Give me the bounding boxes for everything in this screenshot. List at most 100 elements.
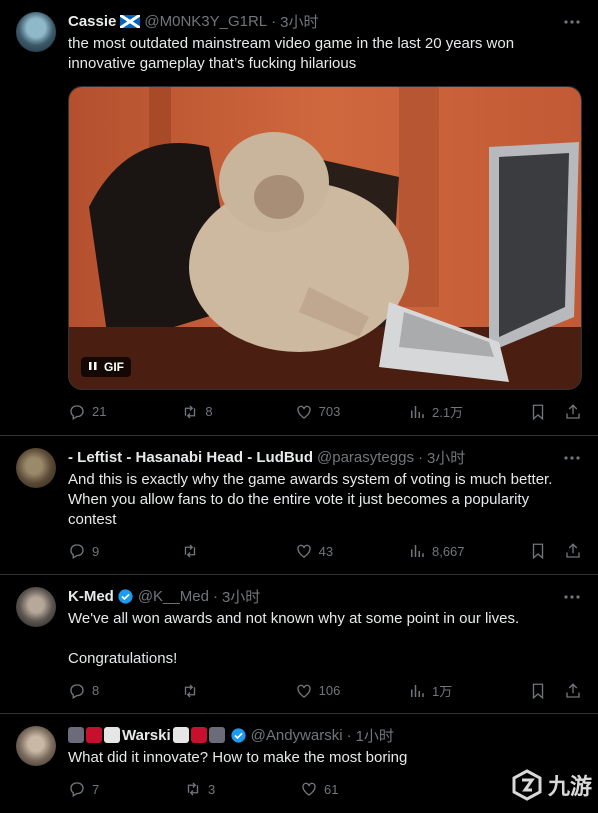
retweet-count: 3 [208,781,216,797]
share-icon [566,682,581,698]
author-name[interactable]: - Leftist - Hasanabi Head - LudBud [68,449,313,466]
avatar[interactable] [16,448,56,488]
more-options-icon[interactable] [562,12,582,32]
watermark-text: 九游 [547,774,592,799]
timestamp[interactable]: 3小时 [222,586,260,607]
tweet-text: We've all won awards and not known why a… [68,610,520,667]
retweet-button[interactable]: 3 [184,780,300,798]
numbers-emoji-icon [208,727,225,743]
like-button[interactable]: 106 [295,682,408,700]
numbers-emoji-icon [68,727,84,743]
views-button[interactable]: 8,667 [408,542,529,560]
reply-icon [70,683,84,699]
bookmark-icon [532,543,544,560]
share-button[interactable] [564,542,584,560]
avatar[interactable] [16,726,56,766]
reply-count: 7 [92,781,100,797]
separator: · [212,587,218,605]
retweet-button[interactable]: 8 [181,403,294,421]
tweet-text: the most outdated mainstream video game … [68,35,515,72]
like-button[interactable]: 703 [295,403,408,421]
verified-badge-icon [118,588,133,604]
tweet-actions: 21 8 703 2.1万 [68,402,584,421]
author-handle[interactable]: @K__Med [138,588,209,605]
author-name[interactable]: Cassie [68,13,116,30]
gif-media[interactable]: GIF [68,86,582,390]
analytics-icon [410,545,424,557]
tweet[interactable]: - Leftist - Hasanabi Head - LudBud @para… [0,436,598,575]
timestamp[interactable]: 1小时 [356,725,394,746]
reply-count: 9 [92,543,100,559]
view-count: 1万 [431,684,453,699]
like-button[interactable]: 43 [295,542,408,560]
pause-icon [88,360,98,374]
retweet-button[interactable] [181,542,294,560]
reply-icon [70,404,84,420]
share-icon [566,403,581,419]
more-options-icon[interactable] [562,448,582,468]
tweet-actions: 8 106 1万 [68,681,584,700]
timestamp[interactable]: 3小时 [427,447,465,468]
retweet-count: 8 [205,404,213,419]
avatar[interactable] [16,12,56,52]
tweet-header: Cassie @M0NK3Y_G1RL · 3小时 [68,10,582,32]
verified-badge-icon [231,727,246,743]
reply-icon [70,782,84,797]
retweet-button[interactable] [181,682,294,700]
timestamp[interactable]: 3小时 [280,11,318,32]
reply-button[interactable]: 9 [68,542,181,560]
bookmark-button[interactable] [529,682,558,700]
like-button[interactable]: 61 [300,780,416,798]
reply-icon [70,544,84,559]
like-count: 703 [318,404,341,419]
bookmark-icon [532,404,544,420]
author-name[interactable]: Warski [122,727,171,744]
heart-icon [296,405,311,419]
separator: · [417,448,423,466]
reply-count: 8 [92,683,100,698]
author-handle[interactable]: @parasyteggs [317,449,414,466]
card-emoji-icon [172,727,189,743]
tweet-actions: 9 43 8,667 [68,542,584,560]
separator: · [346,726,352,744]
reply-button[interactable]: 8 [68,682,181,700]
retweet-icon [185,684,196,697]
bookmark-button[interactable] [529,542,558,560]
heart-icon [296,544,311,558]
analytics-icon [410,405,424,418]
separator: · [271,12,277,30]
heart-icon [302,782,316,796]
retweet-icon [185,405,196,418]
die-emoji-icon [86,727,102,743]
share-button[interactable] [564,403,584,421]
analytics-icon [410,684,424,697]
views-button[interactable]: 1万 [408,681,529,700]
site-watermark: 九游 [472,763,592,807]
tweet-header: K-Med @K__Med · 3小时 [68,585,582,607]
avatar[interactable] [16,587,56,627]
die-emoji-icon [190,727,207,743]
retweet-icon [187,782,199,796]
reply-button[interactable]: 7 [68,780,184,798]
tweet[interactable]: Cassie @M0NK3Y_G1RL · 3小时 the most outda… [0,0,598,436]
like-count: 106 [318,683,341,698]
timeline-feed: Cassie @M0NK3Y_G1RL · 3小时 the most outda… [0,0,598,813]
tweet[interactable]: K-Med @K__Med · 3小时 We've all won awards… [0,575,598,714]
gif-badge[interactable]: GIF [81,357,131,377]
author-name[interactable]: K-Med [68,588,114,605]
views-button[interactable]: 2.1万 [408,402,529,421]
heart-icon [296,684,311,698]
card-emoji-icon [104,727,120,743]
author-handle[interactable]: @M0NK3Y_G1RL [144,13,267,30]
more-options-icon[interactable] [562,587,582,607]
gif-image [69,87,581,389]
bookmark-icon [532,683,544,699]
share-button[interactable] [564,682,584,700]
watermark-logo-icon [512,769,542,801]
author-handle[interactable]: @Andywarski [251,727,343,744]
tweet-text: And this is exactly why the game awards … [68,471,553,528]
bookmark-button[interactable] [529,403,558,421]
reply-button[interactable]: 21 [68,403,181,421]
view-count: 8,667 [431,543,465,559]
gif-label: GIF [104,360,124,374]
